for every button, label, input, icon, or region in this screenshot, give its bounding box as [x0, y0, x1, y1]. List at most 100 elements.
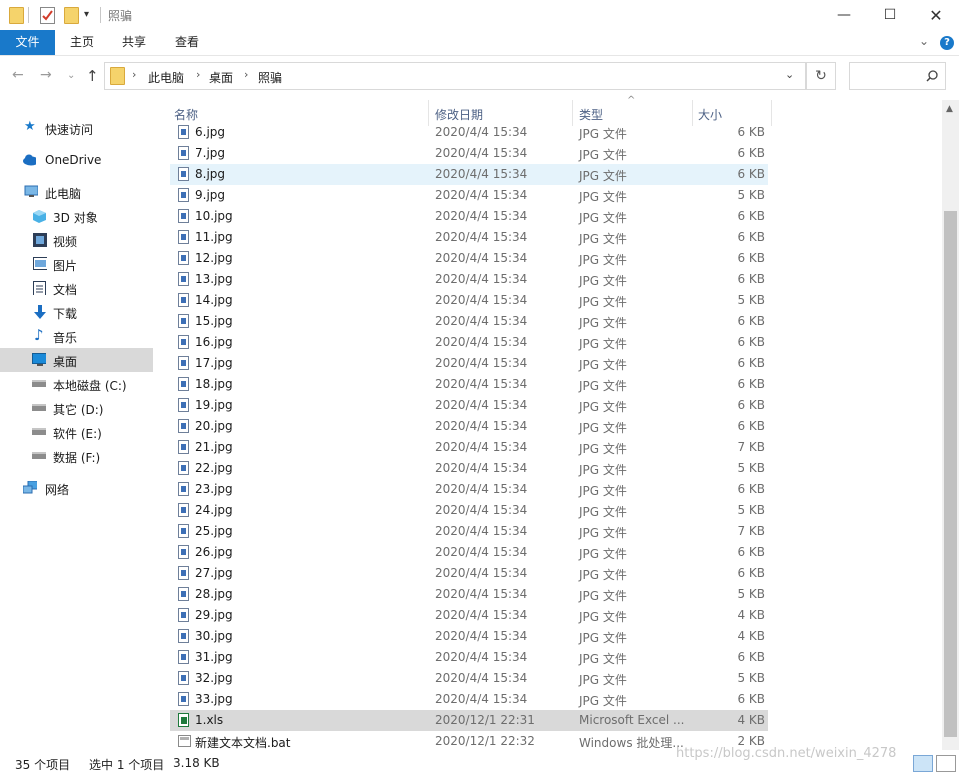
file-size: 6 KB [737, 272, 765, 286]
scroll-up-arrow-icon[interactable]: ▲ [946, 104, 953, 114]
sidebar-item-drive-e[interactable]: 软件 (E:) [0, 421, 153, 443]
file-row[interactable]: 13.jpg 2020/4/4 15:34 JPG 文件 6 KB [170, 269, 768, 290]
sidebar-item-quick-access[interactable]: ★ 快速访问 [0, 117, 153, 139]
up-button[interactable]: ↑ [86, 67, 99, 85]
chevron-right-icon[interactable]: › [196, 68, 200, 81]
sidebar-item-documents[interactable]: 文档 [0, 277, 153, 299]
file-row[interactable]: 32.jpg 2020/4/4 15:34 JPG 文件 5 KB [170, 668, 768, 689]
file-row[interactable]: 11.jpg 2020/4/4 15:34 JPG 文件 6 KB [170, 227, 768, 248]
file-row[interactable]: 12.jpg 2020/4/4 15:34 JPG 文件 6 KB [170, 248, 768, 269]
file-date: 2020/4/4 15:34 [435, 188, 528, 202]
search-input[interactable] [849, 62, 946, 90]
file-date: 2020/4/4 15:34 [435, 629, 528, 643]
sidebar-item-pictures[interactable]: 图片 [0, 253, 153, 275]
file-row[interactable]: 29.jpg 2020/4/4 15:34 JPG 文件 4 KB [170, 605, 768, 626]
file-size: 6 KB [737, 146, 765, 160]
file-size: 5 KB [737, 293, 765, 307]
file-type: JPG 文件 [579, 547, 627, 561]
tab-file[interactable]: 文件 [0, 30, 55, 55]
close-button[interactable]: ✕ [913, 0, 959, 30]
column-header-type[interactable]: 类型 [579, 106, 603, 123]
file-date: 2020/4/4 15:34 [435, 314, 528, 328]
file-row[interactable]: 8.jpg 2020/4/4 15:34 JPG 文件 6 KB [170, 164, 768, 185]
file-type: JPG 文件 [579, 484, 627, 498]
chevron-right-icon[interactable]: › [244, 68, 248, 81]
file-row[interactable]: 9.jpg 2020/4/4 15:34 JPG 文件 5 KB [170, 185, 768, 206]
breadcrumb-this-pc[interactable]: 此电脑 [148, 69, 184, 86]
column-header-name[interactable]: 名称 [174, 106, 198, 123]
file-row[interactable]: 28.jpg 2020/4/4 15:34 JPG 文件 5 KB [170, 584, 768, 605]
image-file-icon [178, 230, 189, 244]
help-icon[interactable]: ? [940, 36, 954, 50]
file-row[interactable]: 10.jpg 2020/4/4 15:34 JPG 文件 6 KB [170, 206, 768, 227]
file-row[interactable]: 19.jpg 2020/4/4 15:34 JPG 文件 6 KB [170, 395, 768, 416]
sidebar-item-videos[interactable]: 视频 [0, 229, 153, 251]
file-row[interactable]: 22.jpg 2020/4/4 15:34 JPG 文件 5 KB [170, 458, 768, 479]
file-row[interactable]: 17.jpg 2020/4/4 15:34 JPG 文件 6 KB [170, 353, 768, 374]
file-row[interactable]: 18.jpg 2020/4/4 15:34 JPG 文件 6 KB [170, 374, 768, 395]
properties-icon[interactable] [40, 7, 55, 24]
maximize-button[interactable]: ☐ [867, 0, 913, 30]
file-size: 4 KB [737, 608, 765, 622]
file-row[interactable]: 1.xls 2020/12/1 22:31 Microsoft Excel ... 4… [170, 710, 768, 731]
file-row[interactable]: 7.jpg 2020/4/4 15:34 JPG 文件 6 KB [170, 143, 768, 164]
sidebar-item-network[interactable]: 网络 [0, 477, 153, 499]
chevron-down-icon[interactable]: ⌄ [919, 34, 929, 48]
file-row[interactable]: 6.jpg 2020/4/4 15:34 JPG 文件 6 KB [170, 122, 768, 143]
file-name: 28.jpg [195, 587, 233, 601]
back-button[interactable]: ← [12, 67, 24, 83]
file-row[interactable]: 25.jpg 2020/4/4 15:34 JPG 文件 7 KB [170, 521, 768, 542]
details-view-button[interactable] [913, 755, 933, 772]
column-divider[interactable] [771, 100, 772, 126]
sidebar-item-onedrive[interactable]: OneDrive [0, 149, 153, 171]
sidebar-item-desktop[interactable]: 桌面 [0, 348, 153, 372]
image-file-icon [178, 545, 189, 559]
refresh-button[interactable]: ↻ [806, 62, 836, 90]
chevron-down-icon[interactable]: ⌄ [785, 68, 794, 81]
sidebar-item-3d-objects[interactable]: 3D 对象 [0, 205, 153, 227]
file-type: JPG 文件 [579, 190, 627, 204]
file-row[interactable]: 23.jpg 2020/4/4 15:34 JPG 文件 6 KB [170, 479, 768, 500]
file-row[interactable]: 27.jpg 2020/4/4 15:34 JPG 文件 6 KB [170, 563, 768, 584]
file-row[interactable]: 33.jpg 2020/4/4 15:34 JPG 文件 6 KB [170, 689, 768, 710]
breadcrumb-desktop[interactable]: 桌面 [209, 69, 233, 86]
image-file-icon [178, 398, 189, 412]
sidebar-item-downloads[interactable]: 下载 [0, 301, 153, 323]
tab-home[interactable]: 主页 [60, 30, 104, 55]
forward-button[interactable]: → [40, 67, 52, 83]
column-header-size[interactable]: 大小 [698, 106, 722, 123]
recent-locations-button[interactable]: ⌄ [67, 70, 75, 81]
file-row[interactable]: 24.jpg 2020/4/4 15:34 JPG 文件 5 KB [170, 500, 768, 521]
file-row[interactable]: 14.jpg 2020/4/4 15:34 JPG 文件 5 KB [170, 290, 768, 311]
file-row[interactable]: 31.jpg 2020/4/4 15:34 JPG 文件 6 KB [170, 647, 768, 668]
file-name: 9.jpg [195, 188, 226, 202]
selected-count: 选中 1 个项目 [89, 758, 165, 772]
file-name: 新建文本文档.bat [195, 736, 291, 750]
file-row[interactable]: 15.jpg 2020/4/4 15:34 JPG 文件 6 KB [170, 311, 768, 332]
file-row[interactable]: 16.jpg 2020/4/4 15:34 JPG 文件 6 KB [170, 332, 768, 353]
sidebar-item-drive-d[interactable]: 其它 (D:) [0, 397, 153, 419]
breadcrumb-current[interactable]: 照骗 [258, 69, 282, 86]
scrollbar-thumb[interactable] [944, 211, 957, 737]
file-size: 6 KB [737, 692, 765, 706]
sidebar-item-this-pc[interactable]: 此电脑 [0, 181, 153, 203]
file-row[interactable]: 30.jpg 2020/4/4 15:34 JPG 文件 4 KB [170, 626, 768, 647]
vertical-scrollbar[interactable]: ▲ [942, 100, 959, 750]
file-row[interactable]: 21.jpg 2020/4/4 15:34 JPG 文件 7 KB [170, 437, 768, 458]
minimize-button[interactable]: — [821, 0, 867, 30]
chevron-down-icon[interactable]: ▾ [84, 9, 89, 20]
column-header-date[interactable]: 修改日期 [435, 106, 483, 123]
sidebar-item-drive-c[interactable]: 本地磁盘 (C:) [0, 373, 153, 395]
sidebar-item-music[interactable]: ♪ 音乐 [0, 325, 153, 347]
new-folder-icon[interactable] [64, 7, 79, 24]
large-icons-view-button[interactable] [936, 755, 956, 772]
file-size: 6 KB [737, 398, 765, 412]
chevron-right-icon[interactable]: › [132, 68, 136, 81]
file-size: 5 KB [737, 587, 765, 601]
image-file-icon [178, 293, 189, 307]
tab-view[interactable]: 查看 [165, 30, 209, 55]
tab-share[interactable]: 共享 [112, 30, 156, 55]
file-row[interactable]: 26.jpg 2020/4/4 15:34 JPG 文件 6 KB [170, 542, 768, 563]
sidebar-item-drive-f[interactable]: 数据 (F:) [0, 445, 153, 467]
file-row[interactable]: 20.jpg 2020/4/4 15:34 JPG 文件 6 KB [170, 416, 768, 437]
